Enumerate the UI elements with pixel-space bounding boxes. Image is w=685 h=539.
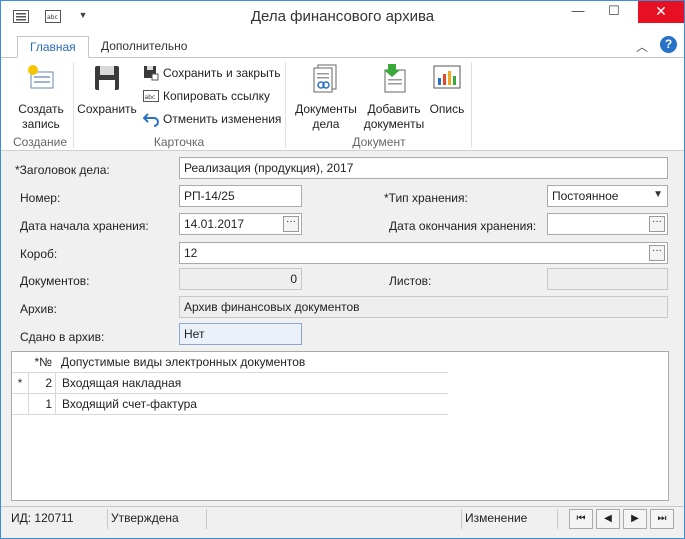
add-documents-button[interactable]: Добавить документы <box>363 62 425 132</box>
start-date-label: Дата начала хранения: <box>20 219 149 233</box>
close-button[interactable]: ✕ <box>638 1 684 23</box>
archive-label: Архив: <box>20 302 57 316</box>
ribbon-separator <box>285 62 286 148</box>
handed-to-archive-field[interactable]: Нет <box>179 323 302 345</box>
status-bar: ИД: 120711 Утверждена Изменение ⏮ ◀ ▶ ⏭ <box>1 506 684 530</box>
documents-count-label: Документов: <box>20 274 90 288</box>
copy-link-label: Копировать ссылку <box>163 89 270 103</box>
add-documents-label-2: документы <box>363 117 425 131</box>
column-name-header[interactable]: Допустимые виды электронных документов <box>55 352 448 373</box>
start-date-value: 14.01.2017 <box>184 217 245 231</box>
row-marker <box>12 394 28 415</box>
first-record-button[interactable]: ⏮ <box>569 509 593 529</box>
case-title-field[interactable]: Реализация (продукция), 2017 <box>179 157 668 179</box>
case-documents-label-1: Документы <box>295 102 357 116</box>
create-record-label-1: Создать <box>18 102 64 116</box>
start-date-field[interactable]: 14.01.2017 ··· <box>179 213 302 235</box>
save-and-close-button[interactable]: Сохранить и закрыть <box>143 64 280 82</box>
copy-link-button[interactable]: abc Копировать ссылку <box>143 87 270 105</box>
handed-to-archive-label: Сдано в архив: <box>20 330 105 344</box>
chevron-down-icon[interactable]: ▼ <box>653 189 663 200</box>
cancel-changes-label: Отменить изменения <box>163 112 282 126</box>
inventory-button[interactable]: Опись <box>427 62 467 117</box>
title-bar: abc ▼ Дела финансового архива — ☐ ✕ <box>1 1 684 32</box>
create-record-label-2: запись <box>22 117 60 131</box>
ribbon-separator <box>471 62 472 148</box>
save-close-icon <box>144 66 159 81</box>
minimize-button[interactable]: — <box>564 1 592 23</box>
save-label: Сохранить <box>77 102 137 116</box>
box-value: 12 <box>184 246 198 260</box>
maximize-button[interactable]: ☐ <box>600 1 628 23</box>
help-icon[interactable]: ? <box>660 36 677 53</box>
box-label: Короб: <box>20 247 58 261</box>
linked-documents-icon <box>313 64 337 93</box>
collapse-ribbon-icon[interactable]: ︿ <box>636 38 648 55</box>
storage-type-select[interactable]: Постоянное ▼ <box>547 185 668 207</box>
tab-additional[interactable]: Дополнительно <box>89 36 199 58</box>
table-header: *№ Допустимые виды электронных документо… <box>12 352 448 373</box>
storage-type-label: *Тип хранения: <box>384 191 468 205</box>
column-number-header[interactable]: *№ <box>28 352 55 373</box>
next-record-button[interactable]: ▶ <box>623 509 647 529</box>
end-date-field[interactable]: ··· <box>547 213 668 235</box>
group-label-document: Документ <box>352 135 406 149</box>
chart-report-icon <box>433 65 461 89</box>
sheets-label: Листов: <box>389 274 432 288</box>
floppy-disk-icon <box>95 66 119 90</box>
row-number: 1 <box>28 394 55 415</box>
ribbon-separator <box>73 62 74 148</box>
row-marker: * <box>17 376 23 390</box>
previous-record-button[interactable]: ◀ <box>596 509 620 529</box>
undo-icon <box>143 113 159 127</box>
save-and-close-label: Сохранить и закрыть <box>163 66 281 80</box>
table-row[interactable]: * 2 Входящая накладная <box>12 373 448 394</box>
save-button[interactable]: Сохранить <box>77 62 137 117</box>
tab-main[interactable]: Главная <box>17 36 89 58</box>
new-record-icon <box>28 65 54 89</box>
storage-type-value: Постоянное <box>552 189 619 203</box>
group-label-card: Карточка <box>153 135 205 149</box>
status-separator <box>557 509 558 529</box>
edit-mode: Изменение <box>465 511 528 525</box>
date-picker-icon[interactable]: ··· <box>283 216 299 232</box>
table-row[interactable]: 1 Входящий счет-фактура <box>12 394 448 415</box>
create-record-button[interactable]: Создать запись <box>15 62 67 132</box>
row-name: Входящий счет-фактура <box>55 394 448 415</box>
documents-count-field: 0 <box>179 268 302 290</box>
add-documents-label-1: Добавить <box>367 102 421 116</box>
status-separator <box>206 509 207 529</box>
record-status: Утверждена <box>111 511 179 525</box>
date-picker-icon[interactable]: ··· <box>649 216 665 232</box>
last-record-button[interactable]: ⏭ <box>650 509 674 529</box>
case-documents-button[interactable]: Документы дела <box>291 62 361 132</box>
document-types-table: *№ Допустимые виды электронных документо… <box>11 351 669 501</box>
box-picker-icon[interactable]: ··· <box>649 245 665 261</box>
row-name: Входящая накладная <box>55 373 448 394</box>
app-window: abc ▼ Дела финансового архива — ☐ ✕ Глав… <box>0 0 685 539</box>
inventory-label: Опись <box>429 102 465 116</box>
row-marker-header <box>12 352 28 373</box>
ribbon: Создать запись Создание Сохранить Сохран… <box>1 58 684 151</box>
case-documents-label-2: дела <box>312 117 340 131</box>
archive-field: Архив финансовых документов <box>179 296 668 318</box>
copy-link-icon: abc <box>143 90 159 102</box>
end-date-label: Дата окончания хранения: <box>389 219 537 233</box>
number-label: Номер: <box>20 191 61 205</box>
status-separator <box>461 509 462 529</box>
case-title-label: *Заголовок дела: <box>15 163 110 177</box>
add-document-icon <box>384 64 406 93</box>
box-field[interactable]: 12 ··· <box>179 242 668 264</box>
ribbon-tabs: Главная Дополнительно ︿ ? <box>1 32 684 58</box>
row-number: 2 <box>28 373 55 394</box>
sheets-field <box>547 268 668 290</box>
number-field[interactable]: РП-14/25 <box>179 185 302 207</box>
record-id: ИД: 120711 <box>11 511 74 525</box>
status-separator <box>107 509 108 529</box>
svg-text:abc: abc <box>145 94 156 101</box>
group-label-create: Создание <box>12 135 68 149</box>
cancel-changes-button[interactable]: Отменить изменения <box>143 110 281 128</box>
